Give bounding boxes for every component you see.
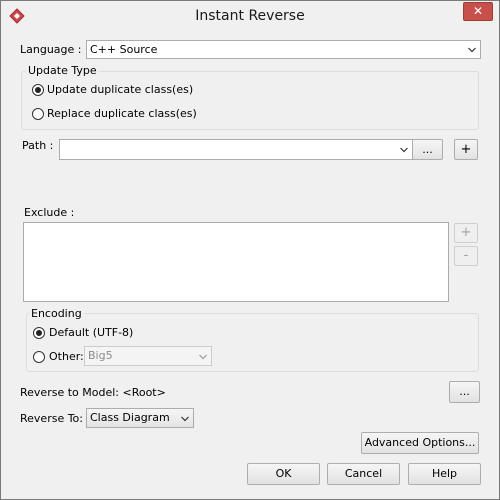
cancel-button[interactable]: Cancel (327, 463, 400, 485)
instant-reverse-dialog: Instant Reverse ✕ Language : C++ Source … (0, 0, 500, 500)
update-duplicate-radio[interactable] (32, 84, 44, 96)
encoding-other-radio[interactable] (33, 351, 45, 363)
encoding-other-select[interactable]: Big5 (84, 346, 212, 366)
encoding-default-label: Default (UTF-8) (49, 326, 134, 339)
title-bar: Instant Reverse ✕ (1, 1, 499, 31)
exclude-remove-button[interactable]: - (454, 246, 478, 266)
update-duplicate-label: Update duplicate class(es) (47, 83, 194, 96)
close-button[interactable]: ✕ (463, 2, 493, 21)
reverse-model-label: Reverse to Model: <Root> (20, 386, 166, 399)
help-button[interactable]: Help (408, 463, 481, 485)
window-title: Instant Reverse (195, 8, 305, 24)
chevron-down-icon (181, 416, 189, 422)
exclude-add-button[interactable]: + (454, 223, 478, 243)
update-type-group (21, 71, 479, 130)
chevron-down-icon (468, 47, 476, 53)
encoding-other-value: Big5 (88, 349, 113, 362)
language-label: Language : (20, 43, 82, 56)
close-icon: ✕ (472, 4, 484, 18)
reverse-model-label-text: Reverse to Model: (20, 386, 119, 399)
encoding-default-radio[interactable] (33, 327, 45, 339)
path-input[interactable] (59, 139, 413, 160)
replace-duplicate-label: Replace duplicate class(es) (47, 107, 197, 120)
reverse-model-value: <Root> (122, 386, 166, 399)
language-select[interactable]: C++ Source (86, 40, 481, 59)
reverse-model-browse-button[interactable]: ... (449, 381, 480, 403)
path-label: Path : (22, 139, 54, 152)
encoding-title: Encoding (29, 307, 84, 320)
advanced-options-button[interactable]: Advanced Options... (361, 432, 479, 454)
encoding-other-label: Other: (49, 350, 84, 363)
path-add-button[interactable]: + (454, 139, 478, 160)
reverse-to-select[interactable]: Class Diagram (86, 408, 194, 428)
dialog-body: Language : C++ Source Update Type Update… (7, 31, 493, 494)
chevron-down-icon (199, 354, 207, 360)
language-value: C++ Source (90, 43, 158, 56)
exclude-label: Exclude : (24, 206, 75, 219)
exclude-list[interactable] (23, 222, 449, 302)
replace-duplicate-radio[interactable] (32, 108, 44, 120)
reverse-to-value: Class Diagram (90, 411, 170, 424)
ok-button[interactable]: OK (247, 463, 320, 485)
path-browse-button[interactable]: ... (412, 139, 443, 160)
chevron-down-icon (400, 147, 408, 153)
reverse-to-label: Reverse To: (20, 412, 83, 425)
update-type-title: Update Type (26, 64, 99, 77)
